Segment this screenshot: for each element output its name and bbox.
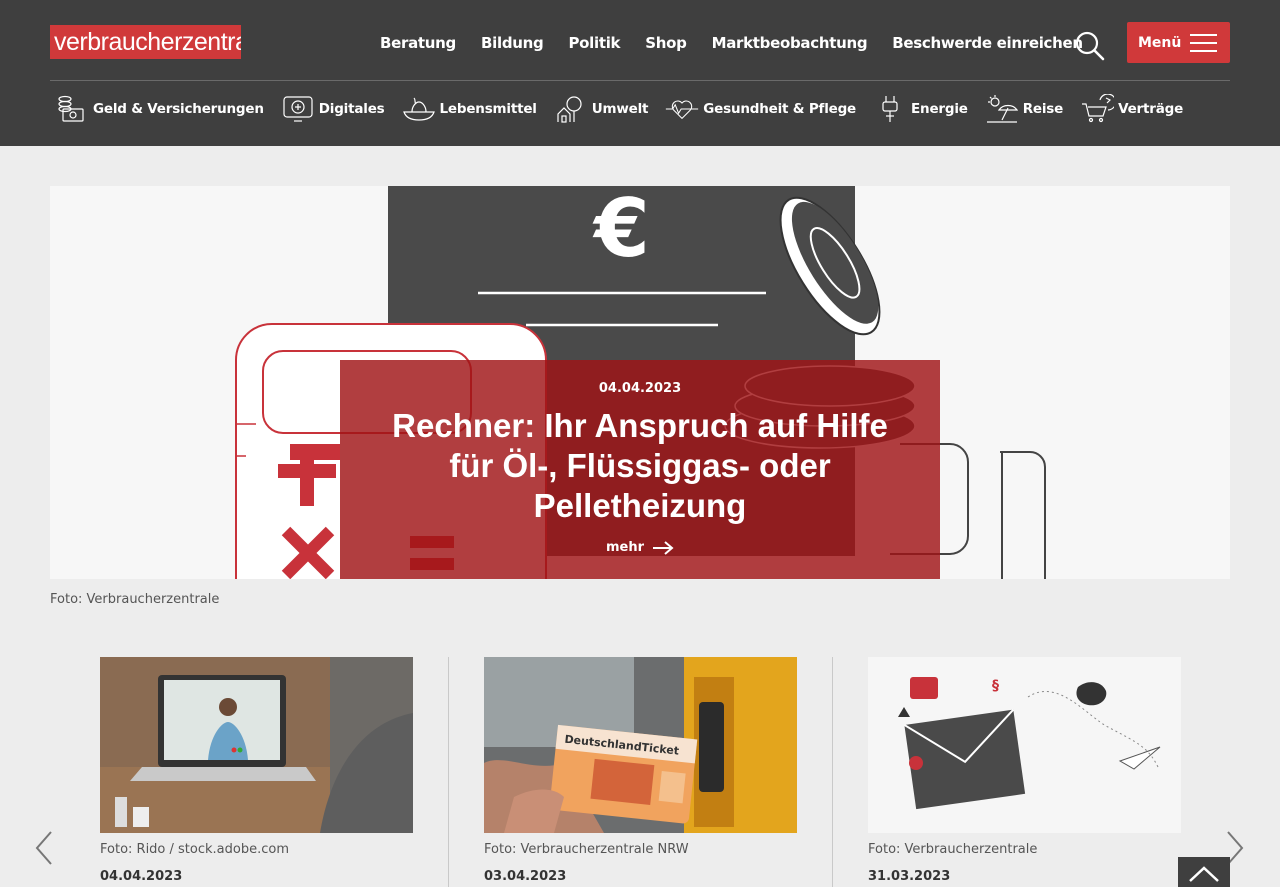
main-nav: Beratung Bildung Politik Shop Marktbeoba… xyxy=(380,34,1108,52)
health-icon xyxy=(666,100,699,120)
teaser-divider xyxy=(832,657,833,887)
teaser-date: 04.04.2023 xyxy=(100,869,183,884)
carousel-prev-icon[interactable] xyxy=(33,830,55,866)
more-label: mehr xyxy=(605,540,645,555)
category-label: Gesundheit & Pflege xyxy=(703,101,857,117)
category-gesundheit[interactable]: Gesundheit & Pflege xyxy=(665,94,856,124)
teaser-caption: Foto: Verbraucherzentrale NRW xyxy=(484,842,689,857)
search-button[interactable] xyxy=(1074,30,1106,62)
category-label: Lebensmittel xyxy=(439,101,537,117)
category-umwelt[interactable]: Umwelt xyxy=(554,94,649,124)
menu-button[interactable]: Menü xyxy=(1127,22,1230,63)
teaser-card[interactable]: Foto: Rido / stock.adobe.com 04.04.2023 xyxy=(100,657,413,884)
header-divider xyxy=(50,80,1230,81)
logo[interactable]: verbraucherzentrale xyxy=(50,25,241,59)
food-icon xyxy=(402,97,435,121)
category-geld[interactable]: Geld & Versicherungen xyxy=(55,94,264,124)
nav-beschwerde[interactable]: Beschwerde einreichen xyxy=(892,34,1083,52)
teaser-divider xyxy=(448,657,449,887)
hero-title[interactable]: Rechner: Ihr Anspruch auf Hilfe für Öl-,… xyxy=(380,406,900,526)
category-label: Geld & Versicherungen xyxy=(93,101,264,117)
category-label: Umwelt xyxy=(591,101,649,117)
category-energie[interactable]: Energie xyxy=(873,94,968,124)
digital-icon xyxy=(283,96,313,122)
teaser-image-telemedicine[interactable] xyxy=(100,657,413,833)
hero-date: 04.04.2023 xyxy=(598,381,682,396)
category-digitales[interactable]: Digitales xyxy=(281,94,385,124)
category-label: Reise xyxy=(1022,101,1064,117)
category-lebensmittel[interactable]: Lebensmittel xyxy=(402,94,537,124)
category-label: Energie xyxy=(911,101,968,117)
teaser-caption: Foto: Verbraucherzentrale xyxy=(868,842,1038,857)
category-nav: Geld & Versicherungen Digitales Lebensmi… xyxy=(55,94,1200,124)
category-label: Verträge xyxy=(1118,101,1184,117)
teaser-image-deutschlandticket[interactable]: DeutschlandTicket xyxy=(484,657,797,833)
hero-more-link[interactable]: mehr xyxy=(606,540,674,555)
nav-bildung[interactable]: Bildung xyxy=(481,34,544,52)
teaser-card[interactable]: § Foto: Verbraucherzentrale 31.03.2023 xyxy=(868,657,1181,884)
teaser-date: 31.03.2023 xyxy=(868,869,951,884)
hamburger-icon xyxy=(1190,34,1217,52)
site-header: verbraucherzentrale Beratung Bildung Pol… xyxy=(0,0,1280,146)
chevron-up-icon xyxy=(1189,866,1219,882)
teaser-image-letter[interactable]: § xyxy=(868,657,1181,833)
teaser-date: 03.04.2023 xyxy=(484,869,567,884)
nav-marktbeobachtung[interactable]: Marktbeobachtung xyxy=(712,34,868,52)
money-icon xyxy=(58,95,84,122)
search-icon xyxy=(1075,31,1105,61)
energy-icon xyxy=(882,96,898,122)
environment-icon xyxy=(557,96,582,123)
svg-text:€: € xyxy=(592,186,650,275)
teaser-caption: Foto: Rido / stock.adobe.com xyxy=(100,842,289,857)
nav-shop[interactable]: Shop xyxy=(645,34,687,52)
back-to-top-button[interactable] xyxy=(1178,857,1230,887)
hero-teaser[interactable]: € 04.04.2023 Rechner: Ihr Anspruch auf H… xyxy=(50,186,1230,579)
hero-caption: Foto: Verbraucherzentrale xyxy=(50,592,220,607)
svg-text:§: § xyxy=(992,678,999,694)
hero-text-box: 04.04.2023 Rechner: Ihr Anspruch auf Hil… xyxy=(340,360,940,579)
category-reise[interactable]: Reise xyxy=(985,94,1063,124)
nav-politik[interactable]: Politik xyxy=(568,34,620,52)
travel-icon xyxy=(986,95,1018,123)
category-label: Digitales xyxy=(318,101,385,117)
category-vertraege[interactable]: Verträge xyxy=(1080,94,1183,124)
teaser-card[interactable]: DeutschlandTicket Foto: Verbraucherzentr… xyxy=(484,657,797,884)
menu-label: Menü xyxy=(1138,34,1182,51)
arrow-right-icon xyxy=(653,540,674,555)
contracts-icon xyxy=(1082,94,1115,123)
nav-beratung[interactable]: Beratung xyxy=(380,34,456,52)
